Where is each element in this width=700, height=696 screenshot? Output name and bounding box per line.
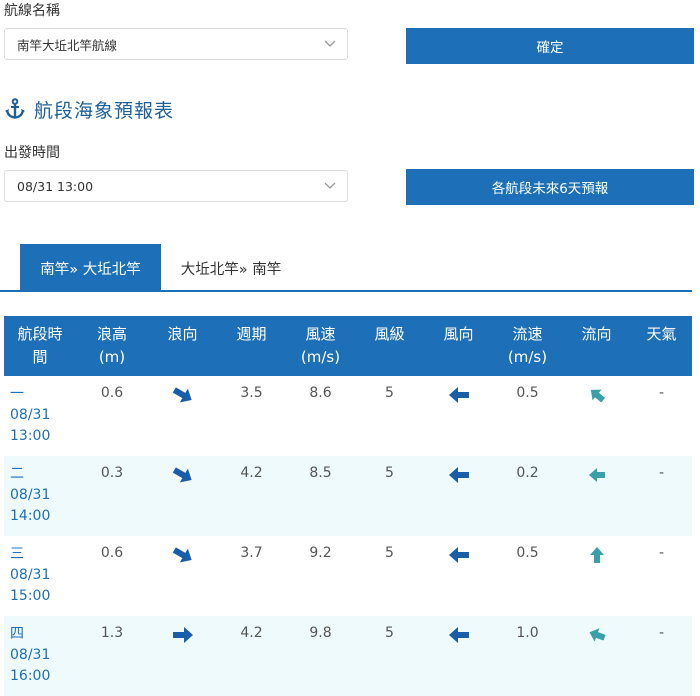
route-select[interactable]: 南竿大坵北竿航線 bbox=[4, 28, 348, 60]
wind-direction-arrow-icon bbox=[448, 467, 469, 483]
header-weather: 天氣 bbox=[646, 325, 677, 343]
header-wind-speed: 風速 (m/s) bbox=[300, 325, 341, 366]
wind-level-cell: 5 bbox=[385, 385, 394, 401]
wind-direction-cell bbox=[424, 616, 493, 696]
departure-label: 出發時間 bbox=[4, 145, 60, 161]
header-wave-direction: 浪向 bbox=[167, 325, 198, 343]
wind-direction-cell bbox=[424, 376, 493, 456]
weather-cell: - bbox=[658, 465, 665, 481]
header-segment-time: 航段時間 bbox=[17, 325, 63, 366]
departure-select-value: 08/31 13:00 bbox=[17, 178, 94, 194]
header-current-direction: 流向 bbox=[581, 325, 612, 343]
current-speed-cell: 0.2 bbox=[516, 465, 539, 481]
header-wind-level: 風級 bbox=[374, 325, 405, 343]
segment-time-cell: 一 08/31 13:00 bbox=[10, 386, 51, 444]
wave-direction-cell bbox=[148, 456, 217, 536]
period-cell: 3.7 bbox=[240, 545, 263, 561]
period-cell: 4.2 bbox=[240, 465, 263, 481]
wind-speed-cell: 9.8 bbox=[309, 625, 332, 641]
wave-height-cell: 0.6 bbox=[100, 385, 124, 401]
segment-time-cell: 四 08/31 16:00 bbox=[10, 626, 51, 684]
wave-direction-arrow-icon bbox=[172, 627, 193, 643]
tab-daqiu-beigan-to-nangan[interactable]: 大坵北竿» 南竿 bbox=[161, 244, 301, 292]
wave-direction-cell bbox=[148, 616, 217, 696]
header-wind-direction: 風向 bbox=[443, 325, 474, 343]
current-direction-cell bbox=[562, 616, 631, 696]
page-title: 航段海象預報表 bbox=[34, 99, 175, 122]
table-row: 二 08/31 14:00 0.3 4.2 8.5 5 0.2 - bbox=[4, 456, 692, 536]
table-row: 一 08/31 13:00 0.6 3.5 8.6 5 0.5 - bbox=[4, 376, 692, 456]
section-title: 航段海象預報表 bbox=[4, 96, 174, 122]
wind-direction-cell bbox=[424, 456, 493, 536]
route-select-value: 南竿大坵北竿航線 bbox=[17, 37, 118, 53]
wind-direction-cell bbox=[424, 536, 493, 616]
weather-cell: - bbox=[658, 625, 665, 641]
wind-level-cell: 5 bbox=[385, 545, 394, 561]
wave-direction-arrow-icon bbox=[172, 467, 192, 483]
wave-height-cell: 0.6 bbox=[100, 545, 124, 561]
tab-nangan-to-daqiu-beigan[interactable]: 南竿» 大坵北竿 bbox=[20, 244, 161, 292]
wind-direction-arrow-icon bbox=[448, 627, 469, 643]
tab-underline bbox=[0, 290, 692, 292]
forecast-table: 航段時間 浪高 (m) 浪向 週期 風速 (m/s) 風級 風向 流速 (m/s) 流… bbox=[4, 316, 692, 696]
current-speed-cell: 0.5 bbox=[516, 385, 539, 401]
confirm-button[interactable]: 確定 bbox=[406, 28, 694, 64]
six-day-forecast-button[interactable]: 各航段未來6天預報 bbox=[406, 169, 694, 205]
wind-speed-cell: 8.6 bbox=[309, 385, 332, 401]
wind-speed-cell: 9.2 bbox=[309, 545, 332, 561]
period-cell: 3.5 bbox=[240, 385, 263, 401]
wave-height-cell: 1.3 bbox=[100, 625, 124, 641]
segment-time-cell: 二 08/31 14:00 bbox=[10, 466, 51, 524]
table-row: 三 08/31 15:00 0.6 3.7 9.2 5 0.5 - bbox=[4, 536, 692, 616]
current-direction-arrow-icon bbox=[589, 547, 604, 563]
chevron-down-icon bbox=[324, 40, 336, 47]
current-direction-arrow-icon bbox=[590, 389, 605, 403]
table-header-row: 航段時間 浪高 (m) 浪向 週期 風速 (m/s) 風級 風向 流速 (m/s) 流… bbox=[4, 316, 692, 376]
current-speed-cell: 1.0 bbox=[516, 625, 539, 641]
wind-speed-cell: 8.5 bbox=[309, 465, 332, 481]
weather-cell: - bbox=[658, 385, 665, 401]
wind-direction-arrow-icon bbox=[448, 387, 469, 403]
wind-level-cell: 5 bbox=[385, 465, 394, 481]
wind-level-cell: 5 bbox=[385, 625, 394, 641]
anchor-icon bbox=[5, 98, 25, 119]
header-wave-height: 浪高 (m) bbox=[96, 325, 127, 366]
table-row: 四 08/31 16:00 1.3 4.2 9.8 5 1.0 - bbox=[4, 616, 692, 696]
current-direction-arrow-icon bbox=[588, 468, 605, 482]
wave-direction-cell bbox=[148, 536, 217, 616]
route-label: 航線名稱 bbox=[4, 3, 60, 19]
wave-height-cell: 0.3 bbox=[100, 465, 124, 481]
segment-time-cell: 三 08/31 15:00 bbox=[10, 546, 51, 604]
chevron-down-icon bbox=[324, 182, 336, 189]
departure-select[interactable]: 08/31 13:00 bbox=[4, 170, 348, 202]
current-direction-cell bbox=[562, 376, 631, 456]
current-direction-arrow-icon bbox=[588, 628, 606, 642]
current-direction-cell bbox=[562, 456, 631, 536]
current-direction-cell bbox=[562, 536, 631, 616]
header-period: 週期 bbox=[236, 325, 267, 343]
wave-direction-cell bbox=[148, 376, 217, 456]
direction-tabs: 南竿» 大坵北竿 大坵北竿» 南竿 bbox=[0, 244, 700, 292]
wave-direction-arrow-icon bbox=[172, 387, 192, 403]
wind-direction-arrow-icon bbox=[448, 547, 469, 563]
current-speed-cell: 0.5 bbox=[516, 545, 539, 561]
weather-cell: - bbox=[658, 545, 665, 561]
wave-direction-arrow-icon bbox=[172, 547, 192, 563]
period-cell: 4.2 bbox=[240, 625, 263, 641]
header-current-speed: 流速 (m/s) bbox=[507, 325, 548, 366]
